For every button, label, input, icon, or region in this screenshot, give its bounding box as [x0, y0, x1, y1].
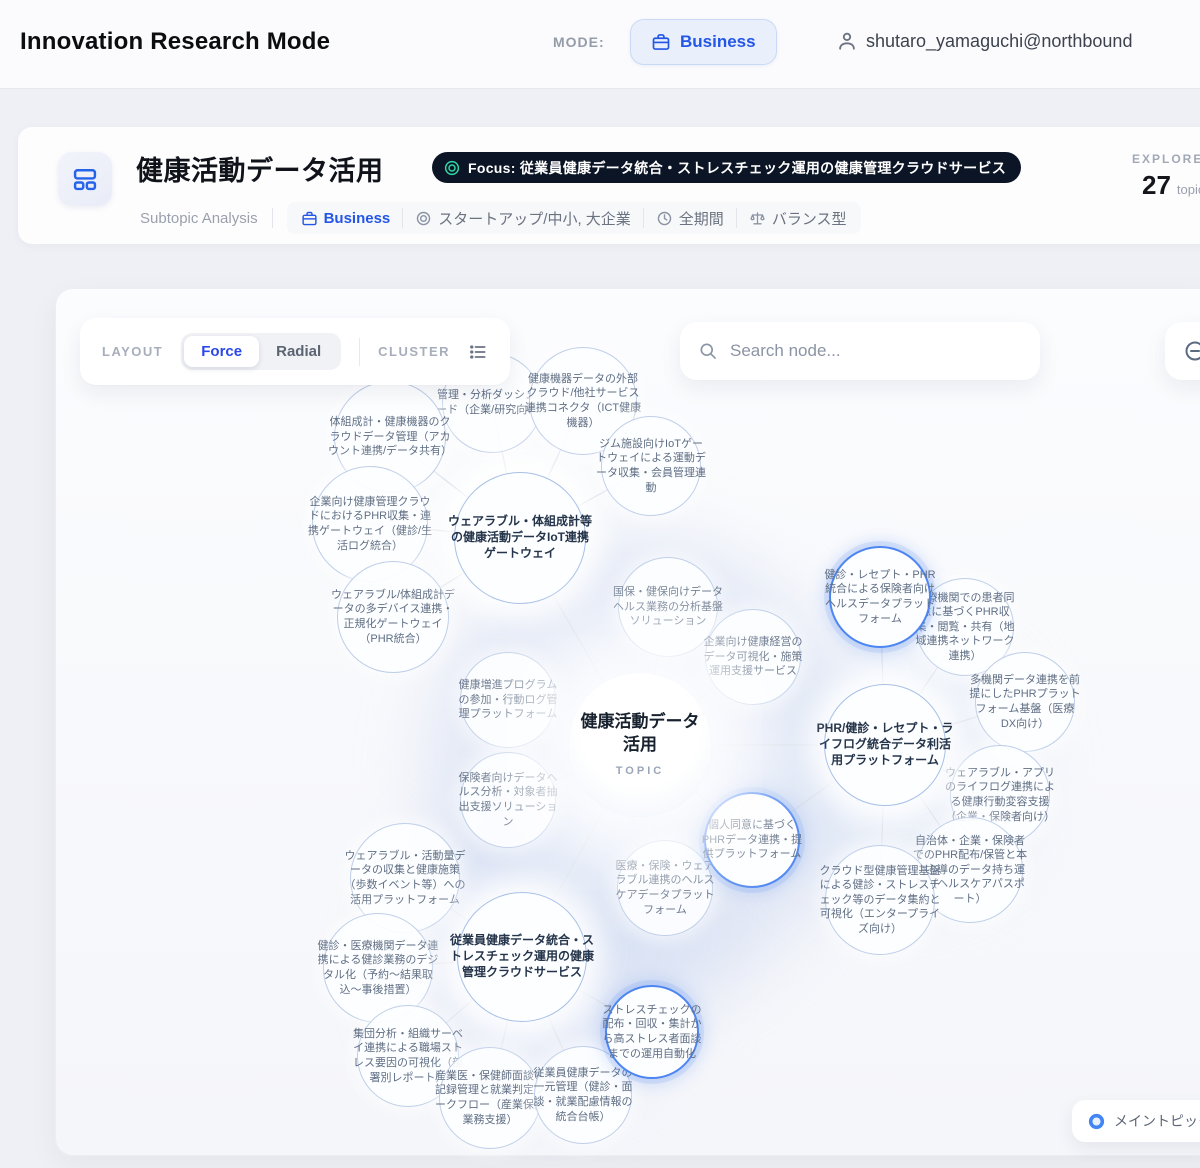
graph-node-n9[interactable]: 健診・レセプト・PHR統合による保険者向けヘルスデータプラットフォーム	[829, 546, 931, 648]
graph-node-label: PHR/健診・レセプト・ライフログ統合データ利活用プラットフォーム	[817, 721, 954, 768]
graph-node-label: 国保・健保向けデータヘルス業務の分析基盤ソリューション	[612, 585, 724, 629]
graph-node-t0[interactable]: 健康活動データ活用 TOPIC	[568, 673, 712, 817]
graph-node-label: 従業員健康データ統合・ストレスチェック運用の健康管理クラウドサービス	[449, 933, 595, 980]
graph-node-n19[interactable]: クラウド型健康管理基盤による健診・ストレスチェック等のデータ集約と可視化（エンタ…	[825, 845, 935, 955]
divider	[736, 208, 737, 228]
topic-header-card: 健康活動データ活用 Focus: 従業員健康データ統合・ストレスチェック運用の健…	[18, 127, 1200, 244]
focus-badge-text: Focus: 従業員健康データ統合・ストレスチェック運用の健康管理クラウドサービ…	[468, 158, 1006, 178]
briefcase-icon	[651, 32, 671, 52]
graph-node-n11[interactable]: 健康増進プログラムの参加・行動ログ管理プラットフォーム	[460, 652, 556, 748]
meta-audience[interactable]: スタートアップ/中小, 大企業	[415, 208, 631, 229]
graph-node-label: 保険者向けデータヘルス分析・対象者抽出支援ソリューション	[454, 771, 561, 829]
divider	[272, 208, 273, 228]
main-topic-legend-label: メイントピック	[1114, 1111, 1200, 1131]
explore-count: 27topics	[1142, 170, 1200, 201]
layout-toolbar: LAYOUT Force Radial CLUSTER	[80, 318, 510, 385]
graph-node-label: ジム施設向けIoTゲートウェイによる運動データ収集・会員管理連動	[595, 437, 707, 495]
subtopic-analysis-label: Subtopic Analysis	[140, 210, 258, 227]
graph-node-f2[interactable]: PHR/健診・レセプト・ライフログ統合データ利活用プラットフォーム	[824, 684, 946, 806]
explore-label: EXPLORE	[1132, 152, 1200, 166]
app-title: Innovation Research Mode	[20, 28, 330, 56]
search-node-input[interactable]	[730, 341, 1022, 361]
target-icon	[443, 159, 461, 177]
graph-node-label: 企業向け健康管理クラウドにおけるPHR収集・連携ゲートウェイ（健診/生活ログ統合…	[305, 495, 435, 553]
toolbar-divider	[359, 338, 360, 366]
user-email: shutaro_yamaguchi@northbound	[866, 31, 1132, 52]
zoom-out-button[interactable]	[1165, 322, 1200, 380]
graph-node-label: 企業向け健康経営のデータ可視化・施策運用支援サービス	[699, 635, 806, 679]
zoom-out-icon	[1183, 339, 1200, 363]
mode-label: MODE:	[553, 34, 605, 50]
divider	[402, 208, 403, 228]
app-header: Innovation Research Mode MODE: Business …	[0, 0, 1200, 89]
graph-node-label: 体組成計・健康機器のクラウドデータ管理（アカウント連携/データ共有）	[327, 415, 452, 459]
graph-node-label: ウェアラブル・活動量データの収集と健康施策（歩数イベント等）への活用プラットフォ…	[343, 849, 466, 907]
graph-node-label: 健康活動データ活用	[577, 711, 704, 756]
graph-node-n8[interactable]: 企業向け健康経営のデータ可視化・施策運用支援サービス	[705, 609, 801, 705]
graph-node-n15[interactable]: 個人同意に基づくPHRデータ連携・提供プラットフォーム	[704, 792, 800, 888]
page-title: 健康活動データ活用	[136, 149, 384, 188]
meta-balance[interactable]: バランス型	[749, 208, 847, 229]
divider	[643, 208, 644, 228]
meta-filter-bar: Business スタートアップ/中小, 大企業 全期間	[287, 202, 861, 234]
cluster-list-icon[interactable]	[468, 342, 488, 362]
graph-node-n12[interactable]: 多機関データ連携を前提にしたPHRプラットフォーム基盤（医療DX向け）	[975, 652, 1075, 752]
graph-node-label: 個人同意に基づくPHRデータ連携・提供プラットフォーム	[700, 818, 805, 862]
graph-node-n14[interactable]: 保険者向けデータヘルス分析・対象者抽出支援ソリューション	[460, 752, 556, 848]
graph-node-label: クラウド型健康管理基盤による健診・ストレスチェック等のデータ集約と可視化（エンタ…	[818, 864, 941, 937]
graph-node-label: 健康機器データの外部クラウド/他社サービス連携コネクタ（ICT健康機器）	[523, 372, 644, 430]
graph-node-label: ウェアラブル・アプリのライフログ連携による健康行動変容支援（企業・保険者向け）	[944, 766, 1056, 824]
graph-node-label: ストレスチェックの配布・回収・集計から高ストレス者面談までの運用自動化	[601, 1003, 704, 1061]
search-icon	[698, 341, 718, 361]
user-account[interactable]: shutaro_yamaguchi@northbound	[836, 30, 1132, 52]
layout-segmented-control: Force Radial	[181, 333, 341, 370]
meta-period[interactable]: 全期間	[656, 208, 724, 229]
graph-node-label: 多機関データ連携を前提にしたPHRプラットフォーム基盤（医療DX向け）	[969, 673, 1081, 731]
mode-business-button[interactable]: Business	[630, 19, 777, 65]
search-node-box	[680, 322, 1040, 380]
graph-node-f3[interactable]: 従業員健康データ統合・ストレスチェック運用の健康管理クラウドサービス	[457, 892, 587, 1022]
main-topic-legend[interactable]: メイントピック	[1072, 1100, 1200, 1142]
graph-node-label: ウェアラブル/体組成計データの多デバイス連携・正規化ゲートウェイ（PHR統合）	[330, 588, 455, 646]
graph-node-label: 医療・保険・ウェアラブル連携のヘルスケアデータプラットフォーム	[611, 859, 718, 917]
main-topic-legend-icon	[1088, 1113, 1105, 1130]
layout-force-button[interactable]: Force	[184, 336, 259, 367]
target-icon	[415, 210, 432, 227]
focus-badge: Focus: 従業員健康データ統合・ストレスチェック運用の健康管理クラウドサービ…	[432, 152, 1021, 183]
scale-icon	[749, 210, 766, 227]
topic-tag: TOPIC	[616, 764, 664, 779]
graph-node-n6[interactable]: ウェアラブル/体組成計データの多デバイス連携・正規化ゲートウェイ（PHR統合）	[337, 561, 449, 673]
graph-node-label: 健診・レセプト・PHR統合による保険者向けヘルスデータプラットフォーム	[824, 568, 936, 626]
graph-node-label: 健康増進プログラムの参加・行動ログ管理プラットフォーム	[454, 678, 561, 722]
graph-node-label: 従業員健康データの一元管理（健診・面談・就業配慮情報の統合台帳）	[528, 1066, 637, 1124]
dashboard-icon	[58, 152, 112, 206]
graph-node-label: 健診・医療機関データ連携による健診業務のデジタル化（予約〜結果取込〜事後措置）	[316, 939, 439, 997]
graph-node-n23[interactable]: 産業医・保健師面談の記録管理と就業判定ワークフロー（産業保健業務支援）	[439, 1047, 541, 1149]
graph-node-n21[interactable]: ストレスチェックの配布・回収・集計から高ストレス者面談までの運用自動化	[605, 985, 699, 1079]
briefcase-icon	[301, 210, 318, 227]
user-icon	[836, 30, 858, 52]
graph-node-n4[interactable]: ジム施設向けIoTゲートウェイによる運動データ収集・会員管理連動	[601, 416, 701, 516]
graph-node-f1[interactable]: ウェアラブル・体組成計等の健康活動データIoT連携ゲートウェイ	[454, 472, 586, 604]
cluster-label: CLUSTER	[378, 344, 450, 359]
layout-label: LAYOUT	[102, 344, 163, 359]
layout-radial-button[interactable]: Radial	[259, 336, 338, 367]
clock-icon	[656, 210, 673, 227]
meta-business[interactable]: Business	[301, 210, 391, 227]
graph-node-label: ウェアラブル・体組成計等の健康活動データIoT連携ゲートウェイ	[446, 514, 594, 561]
